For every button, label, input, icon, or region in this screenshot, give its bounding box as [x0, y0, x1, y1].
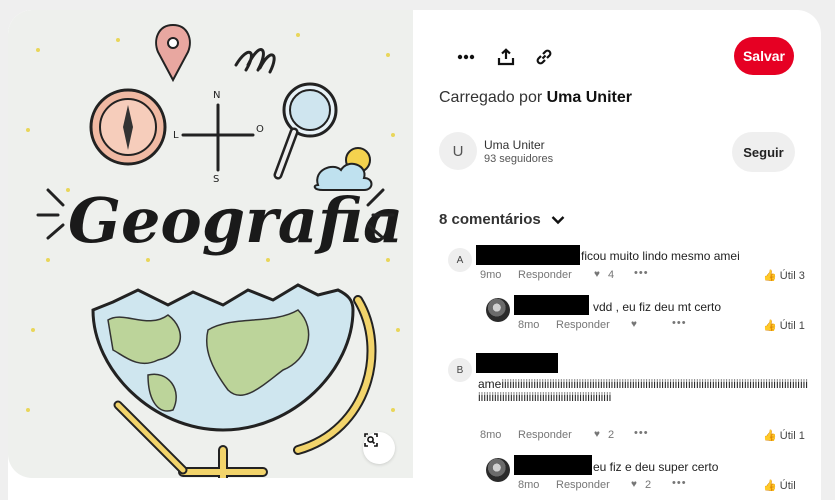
- compass-e: O: [256, 124, 264, 135]
- follow-button[interactable]: Seguir: [732, 132, 795, 172]
- reply-avatar[interactable]: [486, 458, 510, 482]
- helpful-button[interactable]: 👍 Útil 1: [763, 319, 805, 332]
- comment-avatar[interactable]: A: [448, 248, 472, 272]
- comment-avatar[interactable]: B: [448, 358, 472, 382]
- heart-icon[interactable]: ♥: [631, 319, 637, 330]
- thumb-icon: 👍: [763, 270, 777, 282]
- helpful-label: Útil 1: [779, 430, 805, 442]
- user-avatar[interactable]: U: [439, 132, 477, 170]
- redacted-username: [476, 353, 558, 373]
- comment-time: 8mo: [480, 429, 502, 441]
- redacted-username: [514, 295, 589, 315]
- helpful-button[interactable]: 👍 Útil: [763, 479, 796, 492]
- visual-search-button[interactable]: [363, 432, 395, 464]
- share-icon: [497, 48, 515, 66]
- comment-text: ameiiiiiiiiiiiiiiiiiiiiiiiiiiiiiiiiiiiii…: [478, 377, 808, 404]
- like-count: 2: [645, 479, 652, 491]
- link-icon: [536, 49, 552, 65]
- helpful-label: Útil: [779, 480, 796, 492]
- pin-card: N S O L Geografia Salvar Carregado por U…: [8, 10, 821, 500]
- follower-count: 93 seguidores: [484, 153, 554, 165]
- comment-more-icon[interactable]: •••: [634, 427, 649, 439]
- geografia-illustration: N S O L Geografia: [26, 23, 403, 478]
- heart-icon[interactable]: ♥: [631, 479, 637, 490]
- heart-icon[interactable]: ♥: [594, 429, 600, 440]
- reply-avatar[interactable]: [486, 298, 510, 322]
- comments-toggle[interactable]: 8 comentários: [439, 211, 565, 228]
- comment-more-icon[interactable]: •••: [634, 267, 649, 279]
- pin-image[interactable]: N S O L Geografia: [8, 10, 413, 478]
- compass-n: N: [213, 90, 220, 101]
- reply-text: vdd , eu fiz deu mt certo: [593, 300, 722, 314]
- reply-text: eu fiz e deu super certo: [593, 460, 719, 474]
- comment-time: 9mo: [480, 269, 502, 281]
- ellipsis-icon: [457, 54, 475, 60]
- comment-more-icon[interactable]: •••: [672, 317, 687, 329]
- heart-icon[interactable]: ♥: [594, 269, 600, 280]
- chevron-down-icon: [551, 215, 565, 224]
- thumb-icon: 👍: [763, 430, 777, 442]
- reply-button[interactable]: Responder: [518, 269, 572, 281]
- thumb-icon: 👍: [763, 320, 777, 332]
- title-art: Geografia: [68, 184, 403, 257]
- pin-details-panel: Salvar Carregado por Uma Uniter U Uma Un…: [413, 10, 821, 500]
- reply-button[interactable]: Responder: [556, 319, 610, 331]
- compass-w: L: [173, 130, 179, 141]
- comment-text: ficou muito lindo mesmo amei: [581, 249, 740, 263]
- redacted-username: [476, 245, 580, 265]
- uploaded-by: Carregado por Uma Uniter: [439, 89, 632, 107]
- like-count: 2: [608, 429, 615, 441]
- save-button[interactable]: Salvar: [734, 37, 794, 75]
- helpful-label: Útil 1: [779, 320, 805, 332]
- more-options-button[interactable]: [453, 44, 479, 70]
- like-count: 4: [608, 269, 615, 281]
- reply-button[interactable]: Responder: [556, 479, 610, 491]
- thumb-icon: 👍: [763, 480, 777, 492]
- helpful-button[interactable]: 👍 Útil 3: [763, 269, 805, 282]
- helpful-button[interactable]: 👍 Útil 1: [763, 429, 805, 442]
- reply-button[interactable]: Responder: [518, 429, 572, 441]
- reply-time: 8mo: [518, 479, 540, 491]
- user-name[interactable]: Uma Uniter: [484, 138, 545, 152]
- helpful-label: Útil 3: [779, 270, 805, 282]
- comments-count: 8 comentários: [439, 211, 541, 228]
- uploader-name[interactable]: Uma Uniter: [547, 89, 632, 106]
- lens-icon: [364, 433, 378, 447]
- copy-link-button[interactable]: [531, 44, 557, 70]
- comment-more-icon[interactable]: •••: [672, 477, 687, 489]
- reply-time: 8mo: [518, 319, 540, 331]
- uploaded-prefix: Carregado por: [439, 89, 547, 106]
- redacted-username: [514, 455, 592, 475]
- share-button[interactable]: [493, 44, 519, 70]
